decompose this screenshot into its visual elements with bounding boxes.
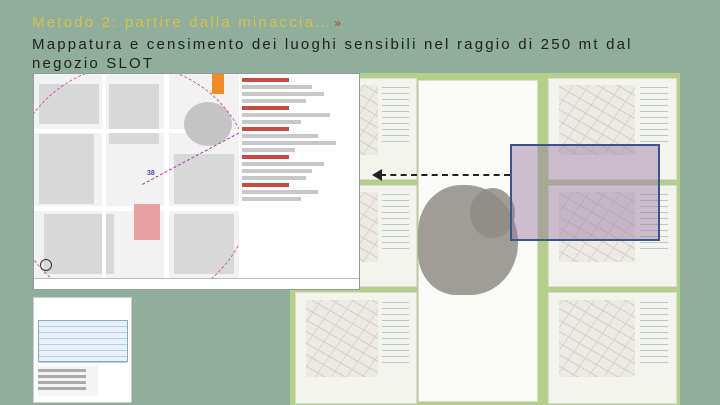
- compass-icon: [40, 259, 52, 271]
- chevron-icon: »: [334, 16, 341, 30]
- radius-circle: [34, 74, 239, 289]
- slot-marker: 38: [147, 170, 155, 177]
- main-map-sheet: 38: [33, 73, 360, 290]
- map-area: 38: [34, 74, 239, 289]
- arrow-head-icon: [372, 169, 382, 181]
- map-sheet: [295, 292, 417, 404]
- census-table-card: [33, 297, 132, 403]
- title-text: Metodo 2: partire dalla minaccia…: [32, 14, 333, 31]
- map-sheet: [548, 292, 677, 404]
- map-legend-text: [242, 74, 359, 289]
- census-table: [38, 320, 128, 363]
- map-zone-orange: [212, 74, 224, 94]
- slide-title: Metodo 2: partire dalla minaccia…»: [32, 14, 341, 31]
- slide-subtitle: Mappatura e censimento dei luoghi sensib…: [32, 36, 633, 72]
- highlight-box: [510, 144, 660, 241]
- sensitive-area-shape: [470, 188, 515, 238]
- dashed-arrow: [380, 174, 510, 176]
- map-footer: [34, 278, 359, 289]
- table-legend: [38, 366, 98, 396]
